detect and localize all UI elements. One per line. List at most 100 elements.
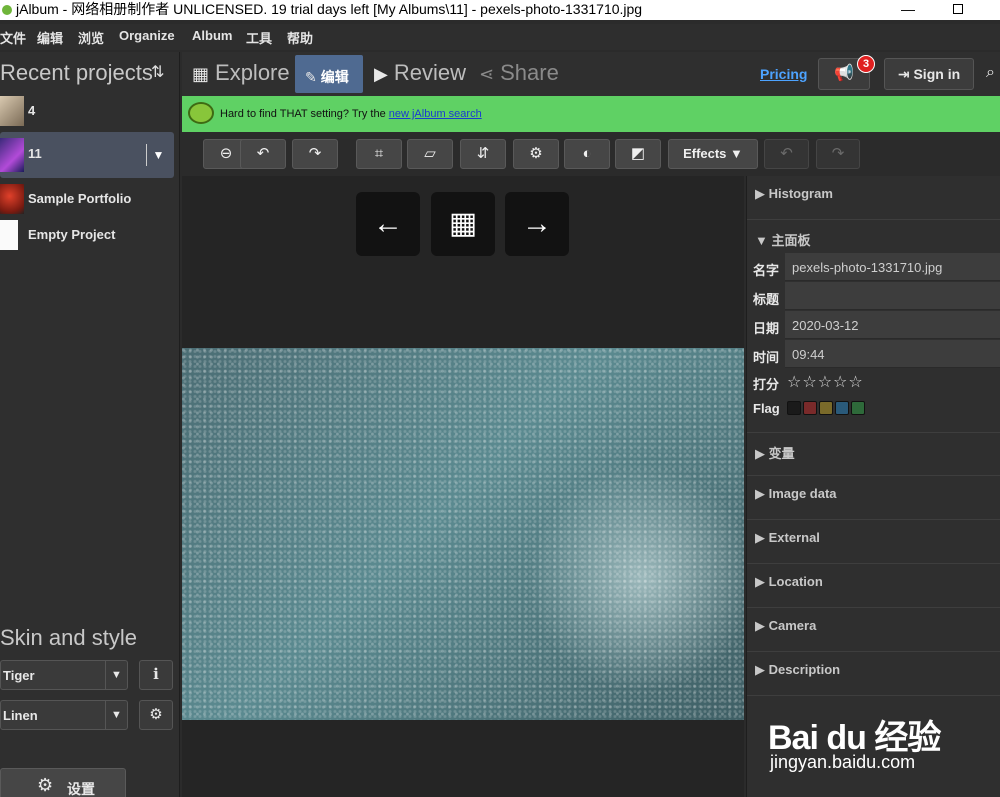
section-label: Histogram	[768, 186, 833, 201]
undo-button[interactable]: ↶	[764, 139, 809, 169]
flag-swatch[interactable]	[835, 401, 849, 415]
time-field[interactable]: 09:44	[785, 340, 1000, 368]
section-label: External	[768, 530, 820, 545]
rotate-left-icon: ↶	[256, 145, 270, 162]
menu-organize[interactable]: Organize	[119, 28, 175, 43]
project-item[interactable]: 4	[0, 92, 174, 130]
minus-circle-icon: ⊖	[219, 145, 233, 162]
title-field[interactable]	[785, 282, 1000, 310]
sign-in-button[interactable]: ⇥ Sign in	[884, 58, 974, 90]
variables-header: ▶ 变量	[755, 446, 795, 461]
tab-explore[interactable]: ▦ Explore	[192, 60, 290, 98]
variables-section[interactable]: ▶ 变量	[747, 432, 1000, 476]
sort-icon[interactable]: ⇅	[151, 62, 164, 82]
app-icon	[2, 5, 12, 16]
tip-message: Hard to find THAT setting? Try the	[220, 108, 389, 120]
effects-button[interactable]: Effects ▼	[668, 139, 758, 169]
crop-button[interactable]: ⌗	[356, 139, 402, 169]
camera-section[interactable]: ▶ Camera	[747, 608, 1000, 652]
project-dropdown-button[interactable]: ▼	[146, 144, 170, 166]
arrow-right-icon: →	[522, 207, 552, 240]
section-label: Camera	[768, 618, 817, 633]
arrow-left-icon: ←	[373, 207, 403, 240]
tab-bar: ▦ Explore ✎ 编辑 ▶ Review ⋖ Share Pricing 📢 3 ⇥…	[182, 52, 1000, 96]
maximize-button[interactable]	[935, 0, 981, 20]
rotate-right-icon: ↷	[308, 145, 322, 162]
skin-select[interactable]: Tiger ▼	[0, 660, 128, 690]
tab-edit[interactable]: ✎ 编辑	[295, 55, 363, 93]
menu-edit[interactable]: 编辑	[37, 28, 63, 47]
tab-label: Review	[393, 60, 466, 85]
location-header: ▶ Location	[755, 574, 823, 589]
menu-bar: 文件 编辑 浏览 Organize Album 工具 帮助	[0, 24, 1000, 50]
location-section[interactable]: ▶ Location	[747, 564, 1000, 608]
name-field[interactable]: pexels-photo-1331710.jpg	[785, 253, 1000, 281]
search-icon[interactable]: ⌕	[986, 64, 995, 82]
section-label: Image data	[768, 486, 837, 501]
rotate-right-button[interactable]: ↷	[292, 139, 338, 169]
grid-icon: ▦	[192, 64, 210, 84]
flag-swatch[interactable]	[803, 401, 817, 415]
project-item[interactable]: Empty Project	[0, 216, 174, 254]
chevron-down-icon: ▼	[105, 701, 127, 729]
effects-label: Effects	[683, 146, 727, 161]
tab-review[interactable]: ▶ Review	[374, 60, 466, 98]
external-section[interactable]: ▶ External	[747, 520, 1000, 564]
recent-projects-title: Recent projects	[0, 60, 153, 85]
menu-album[interactable]: Album	[192, 28, 232, 43]
adjust-button[interactable]: ⚙	[513, 139, 559, 169]
grid-view-button[interactable]: ▦	[431, 192, 495, 256]
window-titlebar: jAlbum - 网络相册制作者 UNLICENSED. 19 trial da…	[0, 0, 1000, 20]
settings-button[interactable]: ⚙ 设置	[0, 768, 126, 797]
menu-help[interactable]: 帮助	[287, 28, 313, 47]
image-data-section[interactable]: ▶ Image data	[747, 476, 1000, 520]
rotate-left-button[interactable]: ↶	[240, 139, 286, 169]
menu-file[interactable]: 文件	[0, 28, 26, 47]
rating-stars[interactable]: ☆☆☆☆☆	[787, 372, 864, 392]
flag-swatches	[787, 401, 867, 418]
tip-text: Hard to find THAT setting? Try the new j…	[220, 108, 482, 120]
project-label: Empty Project	[28, 227, 116, 242]
tab-share[interactable]: ⋖ Share	[479, 60, 559, 98]
field-key: 日期	[753, 321, 780, 336]
notification-badge: 3	[857, 55, 875, 73]
exposure-button[interactable]: ◩	[615, 139, 661, 169]
date-field[interactable]: 2020-03-12	[785, 311, 1000, 339]
flag-label: Flag	[753, 401, 780, 416]
previous-button[interactable]: ←	[356, 192, 420, 256]
project-label: Sample Portfolio	[28, 191, 132, 206]
chevron-down-icon: ▼	[105, 661, 127, 689]
play-icon: ▶	[374, 64, 388, 84]
flag-swatch[interactable]	[819, 401, 833, 415]
megaphone-icon: 📢	[834, 65, 854, 82]
name-field-row: 名字 pexels-photo-1331710.jpg	[747, 253, 1000, 282]
flip-button[interactable]: ⇵	[460, 139, 506, 169]
search-link[interactable]: new jAlbum search	[389, 108, 482, 120]
style-select[interactable]: Linen ▼	[0, 700, 128, 730]
redo-button[interactable]: ↷	[816, 139, 860, 169]
project-item[interactable]: Sample Portfolio	[0, 180, 174, 218]
photo-preview	[182, 348, 744, 720]
date-field-row: 日期 2020-03-12	[747, 311, 1000, 340]
rating-label: 打分	[753, 377, 780, 392]
flag-swatch[interactable]	[851, 401, 865, 415]
pricing-link[interactable]: Pricing	[760, 66, 807, 82]
exposure-icon: ◩	[630, 145, 646, 162]
flag-swatch[interactable]	[787, 401, 801, 415]
undo-icon: ↶	[780, 145, 793, 162]
image-viewer: ← ▦ →	[182, 176, 744, 797]
tab-label: Share	[500, 60, 559, 85]
histogram-section[interactable]: ▶ Histogram	[747, 176, 1000, 220]
menu-tools[interactable]: 工具	[246, 28, 272, 47]
straighten-button[interactable]: ▱	[407, 139, 453, 169]
contrast-button[interactable]: ◐	[564, 139, 610, 169]
style-settings-button[interactable]: ⚙	[139, 700, 173, 730]
notifications-button[interactable]: 📢 3	[818, 55, 875, 90]
skin-info-button[interactable]: ℹ	[139, 660, 173, 690]
next-button[interactable]: →	[505, 192, 569, 256]
project-item-selected[interactable]: 11 ▼	[0, 132, 174, 178]
minimize-button[interactable]: —	[885, 0, 931, 20]
style-value: Linen	[3, 708, 38, 723]
menu-view[interactable]: 浏览	[78, 28, 104, 47]
main-panel-section[interactable]: ▼ 主面板	[747, 220, 1000, 252]
